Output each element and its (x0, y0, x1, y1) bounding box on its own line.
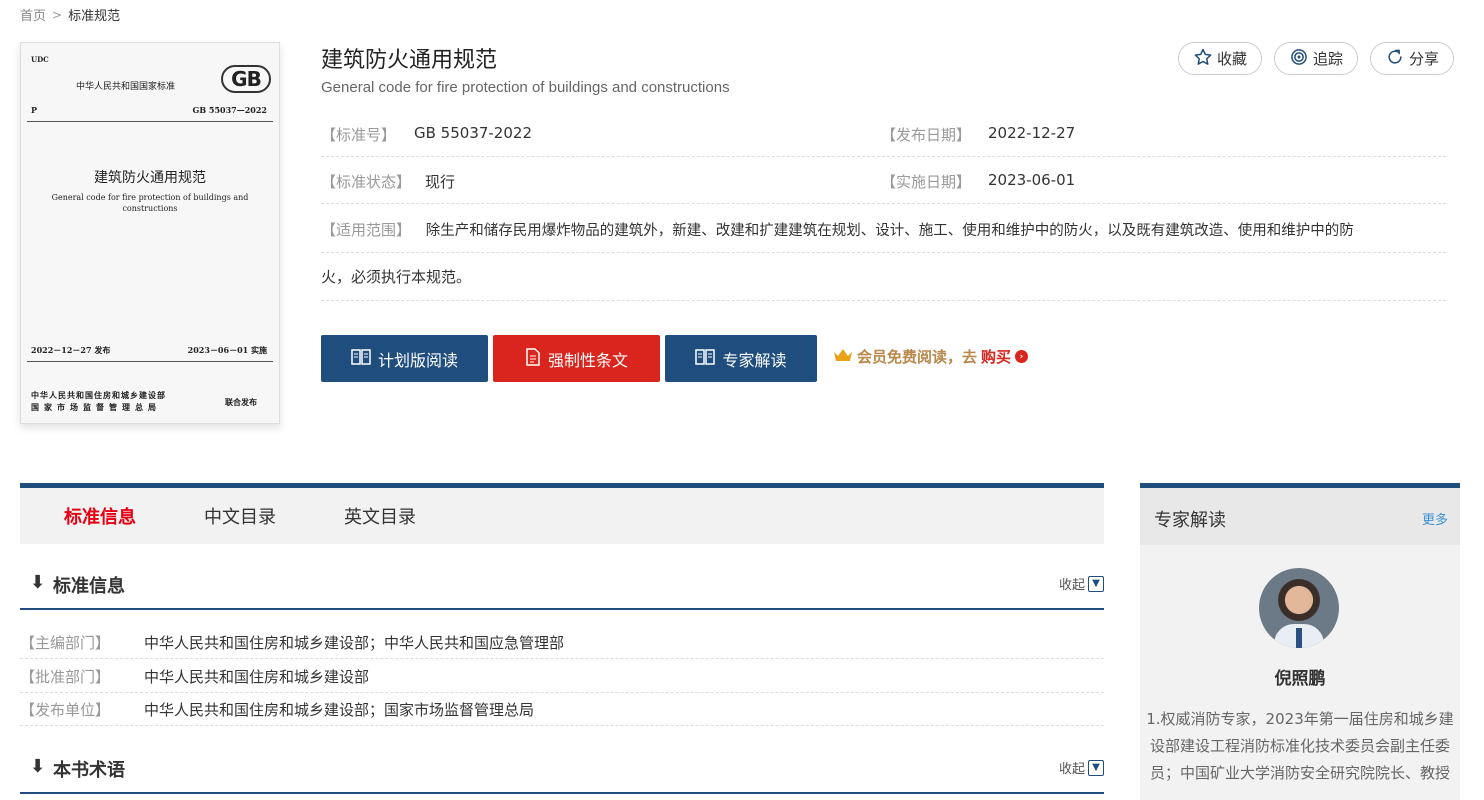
scope-label: 【适用范围】 (321, 221, 412, 239)
arrow-down-icon: ⬇ (30, 572, 46, 593)
tab-standard-info[interactable]: 标准信息 (64, 503, 136, 529)
breadcrumb-current[interactable]: 标准规范 (68, 5, 120, 24)
std-no-label: 【标准号】 (321, 126, 397, 144)
scope-text-2: 火，必须执行本规范。 (321, 268, 472, 286)
share-icon (1385, 47, 1405, 71)
pub-date-label: 【发布日期】 (881, 126, 972, 144)
publisher-label: 【发布单位】 (20, 700, 111, 719)
avatar[interactable] (1259, 568, 1339, 648)
page-title: 建筑防火通用规范 (321, 48, 498, 73)
cover-title-cn: 建筑防火通用规范 (94, 170, 206, 186)
meta-row-publisher: 【发布单位】 中华人民共和国住房和城乡建设部；国家市场监督管理总局 (20, 693, 1104, 726)
sidebar-header: 专家解读 更多 (1140, 488, 1460, 545)
scope-row-cont: 火，必须执行本规范。 (321, 266, 1446, 301)
cover-publisher-2: 国家市场监督管理总局 (31, 402, 161, 412)
cover-code: GB 55037—2022 (192, 105, 267, 115)
cover-joint: 联合发布 (225, 397, 257, 407)
arrow-down-icon: ⬇ (30, 756, 46, 777)
book-icon (351, 348, 371, 370)
impl-date-label: 【实施日期】 (881, 173, 972, 191)
read-buttons: 计划版阅读 强制性条文 专家解读 (321, 335, 817, 382)
member-text: 会员免费阅读，去 (857, 348, 978, 366)
buy-link[interactable]: 购买 (981, 346, 1011, 367)
mandatory-clauses-button[interactable]: 强制性条文 (493, 335, 660, 382)
meta-row-approver: 【批准部门】 中华人民共和国住房和城乡建设部 (20, 660, 1104, 693)
section-title: 本书术语 (53, 760, 125, 781)
cover-publisher-1: 中华人民共和国住房和城乡建设部 (31, 390, 166, 400)
expert-read-label: 专家解读 (722, 350, 787, 370)
cover-rule (27, 361, 273, 362)
std-no-value: GB 55037-2022 (414, 124, 532, 142)
approver-label: 【批准部门】 (20, 667, 111, 686)
tab-chinese-toc[interactable]: 中文目录 (204, 503, 276, 529)
chevron-down-icon: ▼ (1088, 575, 1104, 592)
expert-sidebar: 专家解读 更多 倪照鹏 1.权威消防专家，2023年第一届住房和城乡建设部建设工… (1140, 483, 1460, 800)
breadcrumb-home[interactable]: 首页 (20, 5, 46, 24)
tab-english-toc[interactable]: 英文目录 (344, 503, 416, 529)
chevron-down-icon: ▼ (1088, 759, 1104, 776)
document-icon (525, 347, 541, 370)
plan-read-label: 计划版阅读 (377, 350, 458, 370)
section-title: 标准信息 (53, 576, 125, 597)
plan-read-button[interactable]: 计划版阅读 (321, 335, 488, 382)
share-button[interactable]: 分享 (1369, 42, 1454, 75)
target-icon (1289, 47, 1309, 71)
arrow-right-icon[interactable]: › (1015, 350, 1029, 363)
more-link[interactable]: 更多 (1422, 509, 1448, 528)
editor-label: 【主编部门】 (20, 633, 111, 652)
expert-read-button[interactable]: 专家解读 (665, 335, 817, 382)
editor-value: 中华人民共和国住房和城乡建设部；中华人民共和国应急管理部 (144, 633, 565, 652)
status-label: 【标准状态】 (321, 173, 412, 191)
cover-p: P (31, 105, 38, 115)
cover-national-standard: 中华人民共和国国家标准 (76, 82, 176, 92)
scope-row: 【适用范围】 除生产和储存民用爆炸物品的建筑外，新建、改建和扩建建筑在规划、设计… (321, 219, 1446, 253)
collapse-button[interactable]: 收起 ▼ (1059, 758, 1104, 777)
publisher-value: 中华人民共和国住房和城乡建设部；国家市场监督管理总局 (144, 700, 535, 719)
collapse-label: 收起 (1058, 578, 1085, 593)
mandatory-label: 强制性条文 (547, 350, 628, 370)
cover-issue-date: 2022－12－27 发布 (31, 345, 111, 355)
collapse-button[interactable]: 收起 ▼ (1059, 574, 1104, 593)
breadcrumb-separator: > (52, 7, 63, 22)
action-bar: 收藏 追踪 分享 (1177, 42, 1454, 75)
status-value: 现行 (425, 173, 456, 191)
cover-title-en: General code for fire protection of buil… (51, 193, 249, 213)
cover-rule (27, 121, 273, 122)
member-promo: 会员免费阅读，去 购买 › (833, 346, 1029, 367)
track-button[interactable]: 追踪 (1273, 42, 1358, 75)
meta-row-editor: 【主编部门】 中华人民共和国住房和城乡建设部；中华人民共和国应急管理部 (20, 626, 1104, 659)
expert-description: 1.权威消防专家，2023年第一届住房和城乡建设部建设工程消防标准化技术委员会副… (1146, 710, 1454, 782)
favorite-label: 收藏 (1216, 50, 1247, 68)
breadcrumb: 首页 > 标准规范 (20, 5, 120, 25)
sidebar-title: 专家解读 (1154, 510, 1226, 531)
approver-value: 中华人民共和国住房和城乡建设部 (144, 667, 370, 686)
info-row-status: 【标准状态】 现行 【实施日期】 2023-06-01 (321, 171, 1446, 204)
tab-bar: 标准信息 中文目录 英文目录 (20, 483, 1104, 544)
impl-date-value: 2023-06-01 (988, 171, 1076, 189)
share-label: 分享 (1408, 50, 1439, 68)
star-icon (1193, 47, 1213, 71)
track-label: 追踪 (1312, 50, 1343, 68)
gb-logo: GB (221, 65, 271, 93)
crown-icon (833, 348, 853, 366)
section-terms-header: ⬇ 本书术语 收起 ▼ (20, 754, 1104, 794)
info-row-std-no: 【标准号】 GB 55037-2022 【发布日期】 2022-12-27 (321, 124, 1446, 157)
expert-name[interactable]: 倪照鹏 (1140, 664, 1460, 689)
cover-udc: UDC (31, 55, 49, 64)
pub-date-value: 2022-12-27 (988, 124, 1076, 142)
book-cover[interactable]: UDC 中华人民共和国国家标准 GB P GB 55037—2022 建筑防火通… (20, 42, 280, 424)
book-icon (695, 348, 716, 370)
cover-impl-date: 2023－06－01 实施 (187, 345, 267, 355)
scope-text-1: 除生产和储存民用爆炸物品的建筑外，新建、改建和扩建建筑在规划、设计、施工、使用和… (425, 223, 1354, 239)
favorite-button[interactable]: 收藏 (1177, 42, 1262, 75)
page-subtitle: General code for fire protection of buil… (321, 79, 730, 96)
section-standard-info-header: ⬇ 标准信息 收起 ▼ (20, 570, 1104, 610)
collapse-label: 收起 (1058, 762, 1085, 777)
